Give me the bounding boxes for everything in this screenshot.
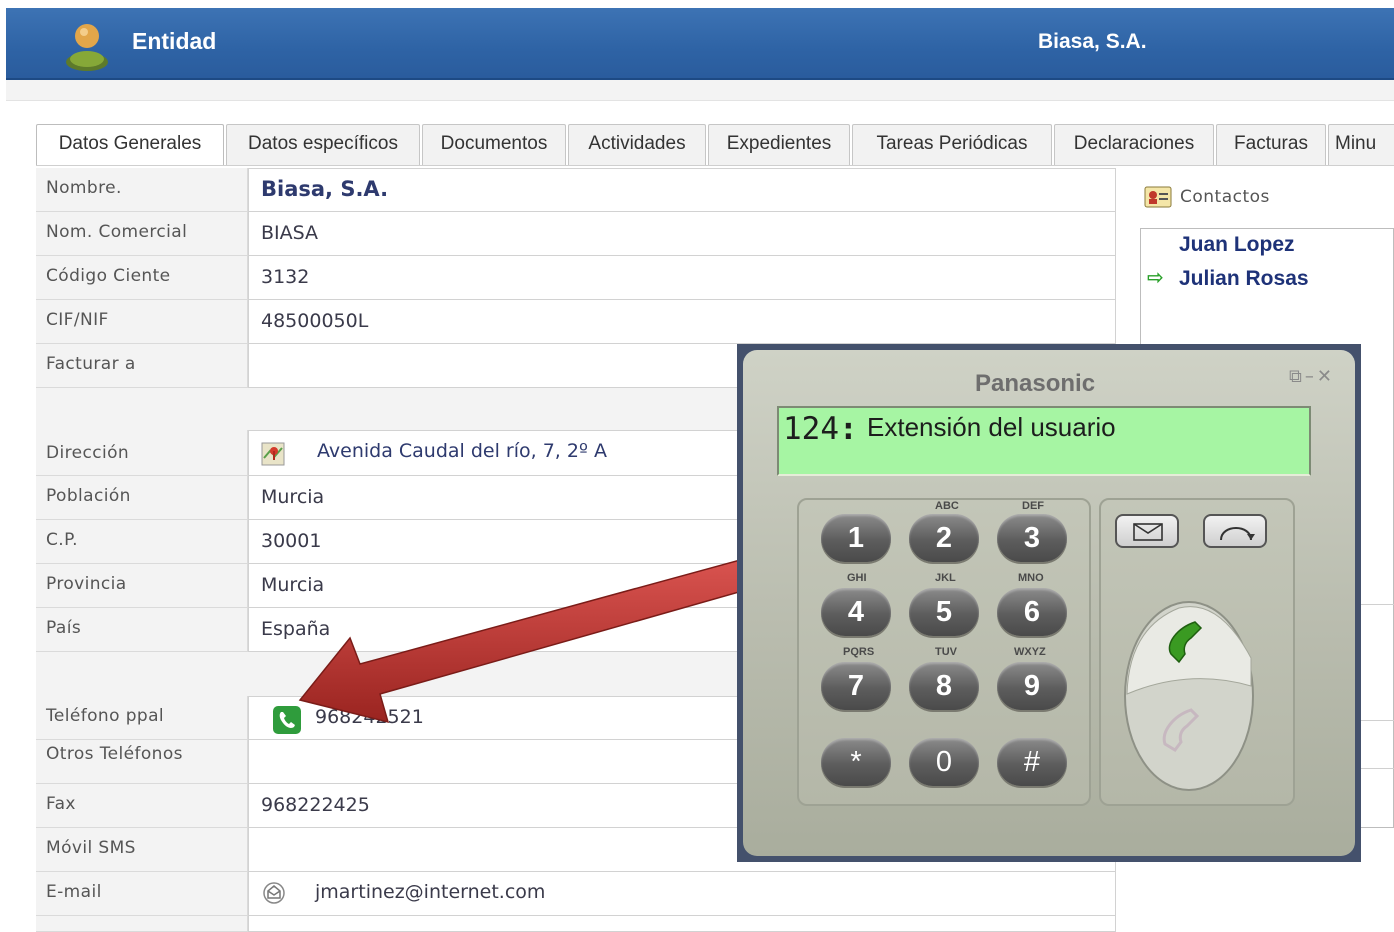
tab-declaraciones[interactable]: Declaraciones [1054,124,1214,166]
poblacion-label: Población [36,476,248,520]
nom-comercial-label: Nom. Comercial [36,212,248,256]
phone-icon[interactable] [273,706,301,734]
nom-comercial-field[interactable]: BIASA [248,212,1116,256]
telefono-ppal-label: Teléfono ppal [36,696,248,740]
redial-icon [1220,527,1255,541]
message-icon [1133,523,1163,541]
header-subbar [6,80,1394,101]
entity-header: Entidad Biasa, S.A. [6,8,1394,80]
softphone-window: Panasonic ⧉–✕ 124: Extensión del usuario… [737,344,1361,862]
restore-icon[interactable]: ⧉ [1289,366,1305,387]
tab-divider [36,165,1394,166]
pais-label: País [36,608,248,652]
contacts-title: Contactos [1180,187,1270,207]
facturar-a-label: Facturar a [36,344,248,388]
call-buttons [1124,601,1254,791]
nombre-field[interactable]: Biasa, S.A. [248,168,1116,212]
row-nom-comercial: Nom. Comercial BIASA [36,212,1116,256]
tab-actividades[interactable]: Actividades [568,124,706,166]
contact-item[interactable]: Juan Lopez [1179,233,1295,257]
row-cif-nif: CIF/NIF 48500050L [36,300,1116,344]
row-nombre: Nombre. Biasa, S.A. [36,168,1116,212]
key-0[interactable]: 0 [909,738,979,786]
otros-telefonos-label: Otros Teléfonos [36,740,248,784]
key-hash[interactable]: # [997,738,1067,786]
key-1[interactable]: 1 [821,514,891,562]
tab-expedientes[interactable]: Expedientes [708,124,850,166]
key-letters: TUV [935,646,957,658]
key-2[interactable]: 2 [909,514,979,562]
cif-nif-field[interactable]: 48500050L [248,300,1116,344]
codigo-cliente-label: Código Ciente [36,256,248,300]
cp-label: C.P. [36,520,248,564]
lcd-display: 124: Extensión del usuario [777,406,1311,476]
key-7[interactable]: 7 [821,662,891,710]
contact-card-icon [1144,186,1172,208]
email-label: E-mail [36,872,248,916]
entity-title: Entidad [132,28,217,54]
movil-sms-label: Móvil SMS [36,828,248,872]
email-field[interactable]: jmartinez@internet.com [248,872,1116,916]
tab-documentos[interactable]: Documentos [422,124,566,166]
tab-tareas-periodicas[interactable]: Tareas Periódicas [852,124,1052,166]
key-5[interactable]: 5 [909,588,979,636]
contact-item[interactable]: Julian Rosas [1179,267,1309,291]
codigo-cliente-field[interactable]: 3132 [248,256,1116,300]
key-8[interactable]: 8 [909,662,979,710]
email-value: jmartinez@internet.com [315,881,546,903]
provincia-label: Provincia [36,564,248,608]
row-codigo-cliente: Código Ciente 3132 [36,256,1116,300]
email-icon[interactable] [263,882,285,904]
key-star[interactable]: * [821,738,891,786]
key-4[interactable]: 4 [821,588,891,636]
tab-facturas[interactable]: Facturas [1216,124,1326,166]
key-letters: DEF [1022,500,1044,512]
redial-button[interactable] [1203,514,1267,548]
map-icon[interactable] [261,442,285,466]
telefono-ppal-value: 968242521 [315,706,424,728]
user-icon [66,24,108,71]
key-9[interactable]: 9 [997,662,1067,710]
key-3[interactable]: 3 [997,514,1067,562]
fax-label: Fax [36,784,248,828]
next-field[interactable] [248,916,1116,932]
key-letters: WXYZ [1014,646,1046,658]
display-text: Extensión del usuario [867,412,1116,442]
key-letters: GHI [847,572,867,584]
contacts-header: Contactos [1140,180,1394,218]
tab-bar: Datos Generales Datos específicos Docume… [36,124,1394,166]
key-letters: PQRS [843,646,875,658]
tab-datos-especificos[interactable]: Datos específicos [226,124,420,166]
direccion-value: Avenida Caudal del río, 7, 2º A [317,440,607,462]
selected-arrow-icon: ⇨ [1147,265,1164,289]
minimize-icon[interactable]: – [1305,366,1317,387]
key-6[interactable]: 6 [997,588,1067,636]
window-controls: ⧉–✕ [1289,366,1335,387]
key-letters: JKL [935,572,956,584]
cif-nif-label: CIF/NIF [36,300,248,344]
close-icon[interactable]: ✕ [1317,366,1335,387]
message-button[interactable] [1115,514,1179,548]
next-label [36,916,248,932]
key-letters: ABC [935,500,959,512]
direccion-label: Dirección [36,430,248,476]
key-letters: MNO [1018,572,1044,584]
row-next [36,916,1116,932]
company-name-title: Biasa, S.A. [1038,30,1147,53]
row-email: E-mail jmartinez@internet.com [36,872,1116,916]
tab-datos-generales[interactable]: Datos Generales [36,124,224,166]
extension-number: 124: [783,411,858,447]
brand-logo: Panasonic [975,370,1096,397]
nombre-label: Nombre. [36,168,248,212]
softphone-body: Panasonic ⧉–✕ 124: Extensión del usuario… [743,350,1355,856]
tab-minutas[interactable]: Minu [1328,124,1394,166]
